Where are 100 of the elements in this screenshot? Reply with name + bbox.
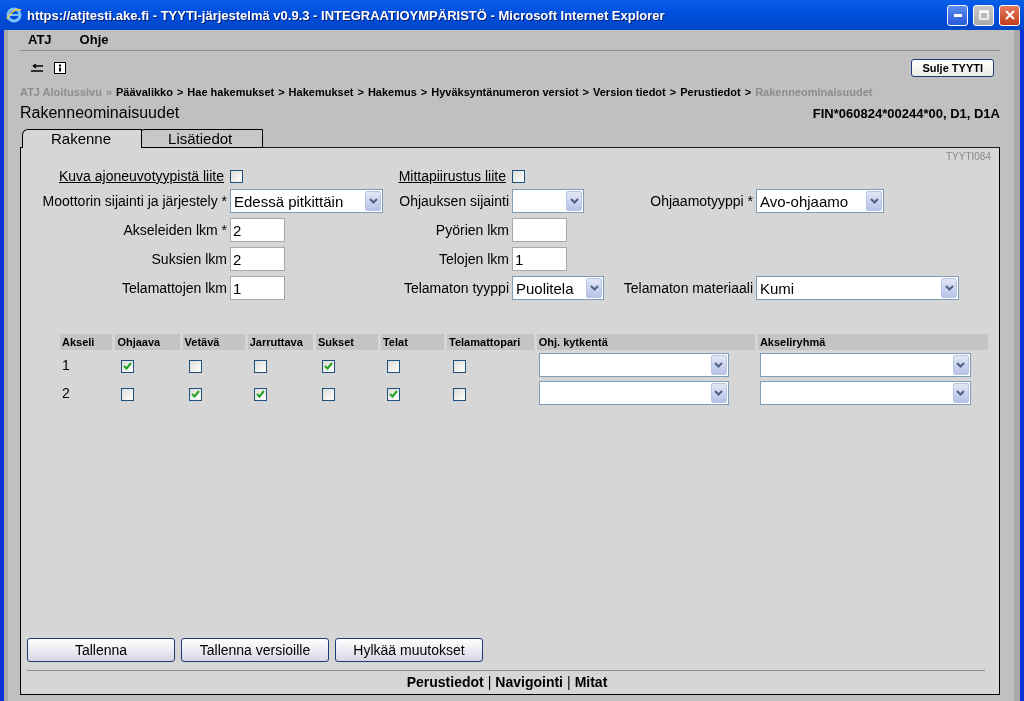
- chevron-down-icon: [714, 362, 724, 368]
- text-field[interactable]: 2: [230, 247, 285, 271]
- breadcrumb-separator: >: [744, 86, 752, 98]
- close-app-button[interactable]: Sulje TYYTI: [911, 59, 994, 77]
- action-button[interactable]: Tallenna: [27, 638, 175, 662]
- browser-icon: [6, 7, 22, 23]
- field-label: Suksien lkm: [150, 251, 228, 267]
- breadcrumb-separator: >: [582, 86, 589, 98]
- field-label: Telojen lkm: [437, 251, 510, 267]
- checkbox[interactable]: [512, 169, 525, 183]
- chevron-down-icon: [944, 285, 954, 291]
- column-header: Telamattopari: [447, 334, 534, 350]
- action-button[interactable]: Tallenna versioille: [181, 638, 329, 662]
- breadcrumb-separator: >: [176, 86, 184, 98]
- text-field[interactable]: 1: [512, 247, 567, 271]
- maximize-button[interactable]: [973, 4, 994, 26]
- tab[interactable]: Rakenne: [22, 129, 143, 148]
- back-arrow-icon[interactable]: [30, 63, 44, 73]
- chevron-down-icon: [869, 198, 879, 204]
- footer-separator: |: [567, 674, 571, 690]
- field-label: Telamattojen lkm: [120, 280, 228, 296]
- attachment-link[interactable]: Mittapiirustus liite: [388, 168, 512, 184]
- dropdown[interactable]: [538, 381, 729, 405]
- screen-code: TYYTI084: [945, 150, 991, 162]
- breadcrumb-separator: >: [357, 86, 364, 98]
- column-header: Vetävä: [182, 334, 245, 350]
- field-label: Ohjaamotyyppi *: [649, 193, 754, 209]
- field-label: Telamaton tyyppi: [402, 280, 510, 296]
- menu-item[interactable]: Ohje: [79, 32, 109, 50]
- table-cell-text: 2: [61, 384, 71, 403]
- checkbox[interactable]: [188, 387, 202, 401]
- column-header: Ohjaava: [115, 334, 180, 350]
- minimize-icon: [953, 13, 962, 17]
- breadcrumb-separator: >: [420, 86, 428, 98]
- checkbox[interactable]: [386, 387, 400, 401]
- check-icon: [255, 390, 265, 399]
- check-icon: [388, 390, 398, 399]
- maximize-icon: [978, 10, 989, 20]
- column-header: Akseli: [60, 334, 113, 350]
- column-header: Jarruttava: [247, 334, 313, 350]
- footer-link[interactable]: Perustiedot: [406, 674, 484, 690]
- breadcrumb-link[interactable]: Perustiedot: [680, 86, 741, 98]
- checkbox[interactable]: [253, 359, 267, 373]
- breadcrumb-link[interactable]: Hakemus: [367, 86, 417, 98]
- checkbox[interactable]: [321, 387, 335, 401]
- column-header: Telat: [380, 334, 445, 350]
- chevron-down-icon: [368, 198, 378, 204]
- dropdown[interactable]: Kumi: [756, 276, 959, 300]
- dropdown[interactable]: [759, 381, 971, 405]
- checkbox[interactable]: [253, 387, 267, 401]
- dropdown[interactable]: Avo-ohjaamo: [756, 189, 884, 213]
- close-button[interactable]: [999, 4, 1020, 26]
- breadcrumb-link[interactable]: Version tiedot: [593, 86, 666, 98]
- info-icon[interactable]: [54, 62, 66, 74]
- menu-item[interactable]: ATJ: [28, 32, 52, 50]
- breadcrumb-separator: >: [278, 86, 285, 98]
- field-label: Ohjauksen sijainti: [398, 193, 510, 209]
- checkbox[interactable]: [121, 387, 135, 401]
- tab[interactable]: Lisätiedot: [139, 129, 264, 148]
- chevron-down-icon: [569, 198, 579, 204]
- dropdown[interactable]: [759, 353, 971, 377]
- checkbox[interactable]: [321, 359, 335, 373]
- checkbox[interactable]: [188, 359, 202, 373]
- table-cell-text: 1: [61, 356, 71, 375]
- field-label: Moottorin sijainti ja järjestely *: [41, 193, 228, 209]
- checkbox[interactable]: [230, 169, 243, 183]
- text-field[interactable]: 2: [230, 218, 285, 242]
- action-button[interactable]: Hylkää muutokset: [335, 638, 483, 662]
- check-icon: [190, 390, 200, 399]
- chevron-down-icon: [589, 285, 599, 291]
- check-icon: [123, 362, 133, 371]
- chevron-down-icon: [956, 390, 966, 396]
- close-icon: [1004, 10, 1015, 20]
- checkbox[interactable]: [386, 359, 400, 373]
- footer-link[interactable]: Navigointi: [495, 674, 563, 690]
- dropdown[interactable]: Puolitela: [512, 276, 604, 300]
- checkbox[interactable]: [453, 359, 467, 373]
- check-icon: [323, 362, 333, 371]
- footer-link[interactable]: Mitat: [574, 674, 608, 690]
- page-title: Rakenneominaisuudet: [20, 104, 180, 122]
- breadcrumb-separator: >: [669, 86, 677, 98]
- dropdown[interactable]: [512, 189, 584, 213]
- window-title: https://atjtesti.ake.fi - TYYTI-järjestelmä v0.9.3 - INTEGRAATIOYMPÄRISTÖ - Microsoft Internet Explorer: [27, 7, 666, 23]
- chevron-down-icon: [956, 362, 966, 368]
- breadcrumb-link[interactable]: Hakemukset: [288, 86, 354, 98]
- breadcrumb-separator: »: [105, 86, 113, 98]
- attachment-link[interactable]: Kuva ajoneuvotyypistä liite: [23, 168, 230, 184]
- field-label: Pyörien lkm: [434, 222, 510, 238]
- breadcrumb-link[interactable]: Päävalikko: [116, 86, 173, 98]
- column-header: Sukset: [315, 334, 378, 350]
- checkbox[interactable]: [453, 387, 467, 401]
- dropdown[interactable]: [538, 353, 729, 377]
- text-field[interactable]: 1: [230, 276, 285, 300]
- text-field[interactable]: [512, 218, 567, 242]
- minimize-button[interactable]: [947, 4, 968, 26]
- checkbox[interactable]: [121, 359, 135, 373]
- breadcrumb-link[interactable]: Hae hakemukset: [187, 86, 275, 98]
- breadcrumb-link[interactable]: Hyväksyntänumeron versiot: [431, 86, 579, 98]
- dropdown[interactable]: Edessä pitkittäin: [230, 189, 383, 213]
- column-header: Akseliryhmä: [757, 334, 988, 350]
